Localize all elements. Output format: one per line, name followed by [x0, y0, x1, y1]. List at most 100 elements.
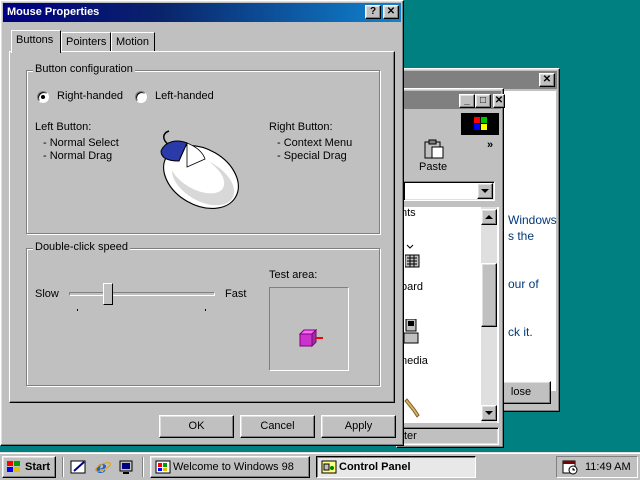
start-label: Start	[25, 461, 51, 473]
welcome-text-line: s the	[508, 229, 535, 243]
slider-thumb[interactable]	[102, 283, 113, 305]
welcome-app-icon	[155, 460, 171, 474]
windows-flag-icon	[7, 461, 20, 472]
button-configuration-legend: Button configuration	[33, 63, 135, 75]
tab-motion-label: Motion	[116, 36, 150, 48]
test-area-label: Test area:	[269, 269, 318, 281]
welcome-text-line: Windows	[508, 213, 557, 227]
right-handed-radio[interactable]	[37, 91, 49, 103]
status-text: ter	[404, 430, 417, 442]
control-panel-close-button[interactable]: ✕	[493, 94, 505, 108]
cancel-label: Cancel	[260, 420, 295, 432]
jack-in-the-box-icon[interactable]	[298, 328, 326, 350]
slider-slow-label: Slow	[35, 288, 59, 300]
scroll-thumb[interactable]	[481, 263, 497, 327]
tab-pointers-label: Pointers	[66, 36, 107, 48]
start-button[interactable]: Start	[2, 456, 56, 478]
task-welcome[interactable]: Welcome to Windows 98	[150, 456, 310, 478]
show-desktop-icon[interactable]	[70, 459, 88, 475]
right-button-title: Right Button:	[269, 121, 333, 133]
arrow-down-icon	[485, 411, 493, 415]
slider-tick	[77, 309, 78, 311]
paste-button[interactable]: Paste	[405, 139, 461, 177]
list-item[interactable]: oard	[401, 281, 423, 293]
tasks-divider	[142, 457, 144, 477]
apply-button[interactable]: Apply	[321, 415, 396, 438]
right-button-item: - Special Drag	[277, 150, 347, 162]
toolbar-more-chevron[interactable]: »	[487, 139, 493, 151]
file-list-scrollbar[interactable]	[481, 207, 497, 423]
internet-explorer-icon[interactable]: e	[94, 458, 112, 476]
help-button[interactable]: ?	[365, 5, 381, 19]
welcome-text-line: our of	[508, 277, 539, 291]
welcome-content-pane: Windows s the our of ck it.	[504, 91, 557, 391]
task-control-panel[interactable]: Control Panel	[316, 456, 476, 478]
left-handed-radio[interactable]	[135, 91, 147, 103]
dialog-title-bar[interactable]: Mouse Properties	[3, 3, 401, 22]
status-bar: ter	[401, 427, 499, 445]
left-button-item: - Normal Drag	[43, 150, 113, 162]
close-icon: ✕	[386, 6, 396, 17]
welcome-close-button[interactable]: ✕	[539, 73, 555, 87]
scroll-down-button[interactable]	[481, 405, 497, 421]
welcome-close-label: lose	[510, 386, 532, 398]
double-click-speed-group: Double-click speed Slow Fast Test area:	[26, 241, 380, 386]
close-icon: ✕	[542, 74, 552, 85]
double-click-speed-slider[interactable]	[67, 283, 219, 311]
windows-logo	[461, 113, 499, 135]
paste-label: Paste	[419, 161, 448, 173]
control-panel-window[interactable]: _ □ ✕ Paste » nts oard nedia ter	[396, 88, 505, 448]
clipboard-icon	[424, 139, 444, 159]
chevron-down-icon	[481, 189, 489, 193]
scroll-up-button[interactable]	[481, 209, 497, 225]
maximize-icon: □	[479, 95, 487, 106]
minimize-button[interactable]: _	[459, 94, 475, 108]
slider-fast-label: Fast	[225, 288, 247, 300]
slider-track	[69, 292, 215, 296]
tool-icon	[404, 398, 420, 418]
dialog-close-button[interactable]: ✕	[383, 5, 399, 19]
ok-label: OK	[188, 420, 205, 432]
minimize-icon: _	[464, 95, 470, 106]
apply-label: Apply	[344, 420, 373, 432]
taskbar: Start e Welcome to Windows 98 Control Pa	[0, 452, 640, 480]
arrow-up-icon	[485, 215, 493, 219]
test-area[interactable]	[269, 287, 349, 371]
welcome-title-bar[interactable]	[403, 71, 557, 89]
tab-buttons-label: Buttons	[16, 34, 54, 46]
quicklaunch-divider	[62, 457, 64, 477]
task-scheduler-icon[interactable]	[561, 459, 579, 475]
tab-motion[interactable]: Motion	[111, 32, 155, 52]
tab-pointers[interactable]: Pointers	[61, 32, 111, 52]
tab-buttons[interactable]: Buttons	[11, 30, 61, 53]
left-button-title: Left Button:	[35, 121, 92, 133]
address-dropdown-button[interactable]	[477, 183, 493, 199]
left-handed-label: Left-handed	[155, 90, 214, 102]
double-click-speed-legend: Double-click speed	[33, 241, 130, 253]
windows-flag-icon	[474, 117, 487, 130]
left-handed-option[interactable]: Left-handed	[135, 90, 235, 104]
task-control-panel-label: Control Panel	[339, 461, 411, 473]
control-panel-icon	[321, 460, 337, 474]
multimedia-icon	[403, 319, 419, 344]
slider-tick	[205, 309, 206, 311]
dialog-title: Mouse Properties	[7, 6, 100, 18]
list-item[interactable]: nedia	[401, 355, 428, 367]
right-button-item: - Context Menu	[277, 137, 353, 149]
mouse-illustration	[160, 130, 239, 210]
clock[interactable]: 11:49 AM	[585, 461, 631, 473]
mouse-properties-dialog[interactable]: Mouse Properties ? ✕ Buttons Pointers Mo…	[0, 0, 404, 446]
help-icon: ?	[369, 6, 377, 17]
system-tray: 11:49 AM	[556, 456, 638, 478]
keyboard-icon	[405, 244, 420, 268]
task-welcome-label: Welcome to Windows 98	[173, 461, 294, 473]
ok-button[interactable]: OK	[159, 415, 234, 438]
cancel-button[interactable]: Cancel	[240, 415, 315, 438]
buttons-tab-panel: Button configuration Right-handed Left-h…	[9, 51, 395, 403]
welcome-text-line: ck it.	[508, 325, 533, 339]
channels-icon[interactable]	[118, 458, 136, 476]
left-button-item: - Normal Select	[43, 137, 119, 149]
right-handed-option[interactable]: Right-handed	[37, 90, 137, 104]
maximize-button[interactable]: □	[475, 94, 491, 108]
button-configuration-group: Button configuration Right-handed Left-h…	[26, 63, 380, 234]
